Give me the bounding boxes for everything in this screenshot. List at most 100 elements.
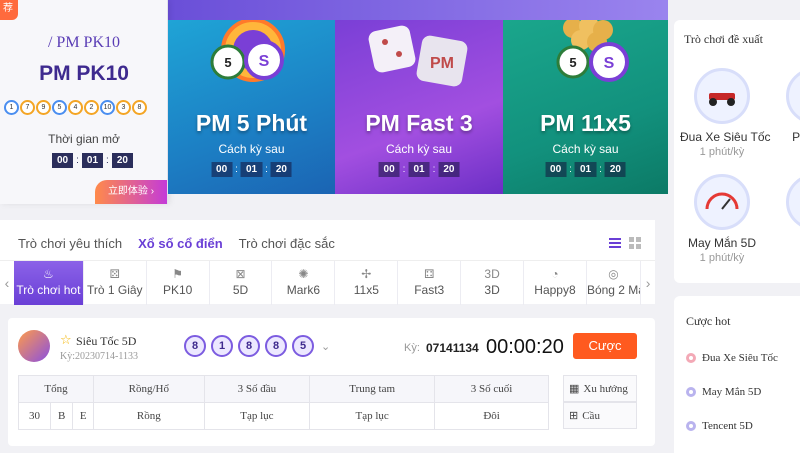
category-1-second[interactable]: ⚄ Trò 1 Giây: [84, 261, 147, 305]
timer-minutes: 01: [81, 153, 104, 168]
result-ball: 7: [20, 100, 35, 115]
category-fast3[interactable]: ⚃ Fast3: [398, 261, 462, 305]
recommended-name: Đua Xe Siêu Tốc: [680, 130, 771, 144]
tab-favorites[interactable]: Trò chơi yêu thích: [18, 236, 122, 251]
table-cell: Tạp lục: [309, 402, 436, 430]
timer-separator: :: [569, 164, 572, 175]
timer-separator: :: [402, 164, 406, 175]
category-label: 5D: [232, 283, 249, 297]
chevron-down-icon[interactable]: ⌄: [321, 340, 330, 353]
recommended-time: 1 phút/kỳ: [699, 252, 745, 264]
result-balls: 1 7 9 5 4 2 10 3 8: [4, 100, 147, 115]
category-label: Trò 1 Giây: [86, 283, 143, 297]
category-mark6[interactable]: ✺ Mark6: [272, 261, 336, 305]
sparkle-icon: ✺: [298, 267, 309, 281]
right-sidebar: Trò chơi đề xuất Đua Xe Siêu Tốc 1 phút/…: [668, 0, 800, 453]
table-cell: Rồng: [93, 402, 205, 430]
chart-icon: ▦: [569, 383, 580, 395]
svg-text:PM: PM: [430, 55, 454, 72]
banner-label: Cách kỳ sau: [218, 142, 285, 156]
game-tabs: Trò chơi yêu thích Xổ số cổ điển Trò chơ…: [18, 236, 335, 251]
category-label: 3D: [484, 283, 500, 297]
result-ball: 8: [184, 335, 206, 357]
game-name[interactable]: Siêu Tốc 5D: [76, 334, 136, 349]
banner-timer: 00: 01: 20: [545, 162, 626, 177]
board-label: Cầu: [582, 409, 600, 422]
recommended-title: Trò chơi đề xuất: [684, 32, 763, 46]
game-category-panel: Trò chơi yêu thích Xổ số cổ điển Trò chơ…: [0, 220, 655, 305]
countdown: 00:00:20: [486, 336, 564, 358]
result-ball: 1: [211, 335, 233, 357]
timer-separator: :: [599, 164, 602, 175]
favorite-star-icon[interactable]: ☆: [60, 332, 72, 348]
result-ball: 5: [292, 335, 314, 357]
recommended-game[interactable]: May Mắn 5D 1 phút/kỳ: [680, 174, 764, 264]
result-ball: 8: [238, 335, 260, 357]
category-pk10[interactable]: ⚑ PK10: [147, 261, 210, 305]
dot-icon: [686, 421, 696, 431]
table-row: 30 B E Rồng Tạp lục Tạp lục Đôi: [17, 402, 549, 430]
flame-icon: ♨: [43, 267, 54, 281]
try-now-button[interactable]: 立即体验 ›: [95, 180, 167, 204]
tab-featured[interactable]: Trò chơi đặc sắc: [239, 236, 335, 251]
hot-bet-item[interactable]: Tencent 5D: [686, 420, 753, 432]
recommended-name: T: [786, 236, 800, 250]
hot-bet-item[interactable]: Đua Xe Siêu Tốc: [686, 352, 778, 364]
category-happy8[interactable]: ◔ Happy8: [524, 261, 587, 305]
table-header: Tổng: [17, 375, 95, 403]
timer-seconds: 20: [270, 162, 292, 177]
grid-view-icon[interactable]: [629, 236, 641, 249]
chevron-left-icon[interactable]: ‹: [0, 261, 14, 304]
table-header-row: Tổng Rồng/Hổ 3 Số đầu Trung tam 3 Số cuố…: [17, 375, 549, 403]
category-label: Fast3: [414, 283, 445, 297]
result-ball: 2: [84, 100, 99, 115]
recommended-game[interactable]: Phi T: [786, 68, 800, 144]
hot-bets: Cược hot Đua Xe Siêu Tốc May Mắn 5D Tenc…: [674, 296, 800, 453]
game-banner-fast3[interactable]: PM PM Fast 3 Cách kỳ sau 00: 01: 20: [335, 20, 503, 194]
trend-button[interactable]: ▦ Xu hướng: [563, 375, 637, 402]
next-issue-label: Kỳ:: [404, 342, 420, 354]
recommended-name: Phi T: [792, 130, 800, 144]
hot-bet-name: Đua Xe Siêu Tốc: [702, 352, 778, 364]
timer-hours: 00: [545, 162, 567, 177]
category-3d[interactable]: 3D 3D: [461, 261, 525, 305]
timer-seconds: 20: [111, 153, 133, 168]
hot-bet-item[interactable]: May Mắn 5D: [686, 386, 761, 398]
timer-separator: :: [106, 155, 109, 166]
svg-text:S: S: [604, 55, 615, 72]
category-11x5[interactable]: ✢ 11x5: [335, 261, 399, 305]
road-board-button[interactable]: ⊞ Cầu: [563, 402, 637, 429]
square-icon: ⊠: [235, 267, 246, 281]
chevron-right-icon[interactable]: ›: [641, 261, 655, 304]
category-5d[interactable]: ⊠ 5D: [210, 261, 273, 305]
category-label: Mark6: [286, 283, 321, 297]
banner-timer: 00: 01: 20: [378, 162, 460, 177]
timer-hours: 00: [211, 162, 233, 177]
bet-now-button[interactable]: Cược ngay: [573, 333, 637, 379]
next-issue-number: 07141134: [426, 341, 479, 355]
category-bong2ma[interactable]: ◎ Bóng 2 Mà: [586, 261, 642, 305]
game-banner-pm5[interactable]: 5 S PM 5 Phút Cách kỳ sau 00: 01: 20: [168, 20, 335, 194]
recommended-games: Trò chơi đề xuất Đua Xe Siêu Tốc 1 phút/…: [674, 20, 800, 283]
recommended-game[interactable]: Đua Xe Siêu Tốc 1 phút/kỳ: [680, 68, 771, 158]
banner-title: PM 5 Phút: [195, 110, 308, 136]
timer-minutes: 01: [574, 162, 597, 177]
list-view-icon[interactable]: [609, 236, 621, 248]
issue-label: Kỳ:20230714-1133: [60, 351, 138, 362]
table-header: Trung tam: [309, 375, 436, 403]
featured-game-card[interactable]: 荐 / PM PK10 PM PK10 1 7 9 5 4 2 10 3 8 T…: [0, 0, 168, 204]
table-cell: Tạp lục: [203, 402, 311, 430]
tab-classic-lottery[interactable]: Xổ số cổ điển: [138, 236, 223, 251]
table-header: 3 Số đầu: [203, 375, 311, 403]
speedometer-icon: [694, 174, 750, 230]
trend-label: Xu hướng: [583, 382, 628, 395]
game-icon: [786, 174, 800, 230]
category-label: Bóng 2 Mà: [586, 283, 642, 297]
category-hot[interactable]: ♨ Trò chơi hot: [13, 261, 84, 305]
game-banner-11x5[interactable]: 5 S PM 11x5 Cách kỳ sau 00: 01: 20: [503, 20, 668, 194]
recommended-game[interactable]: T: [786, 174, 800, 250]
banner-title: PM 11x5: [540, 110, 631, 136]
draw-results: 8 1 8 8 5 ⌄: [184, 335, 330, 357]
table-cell: Đôi: [434, 402, 549, 430]
dice-icon: ⚄: [109, 267, 120, 281]
